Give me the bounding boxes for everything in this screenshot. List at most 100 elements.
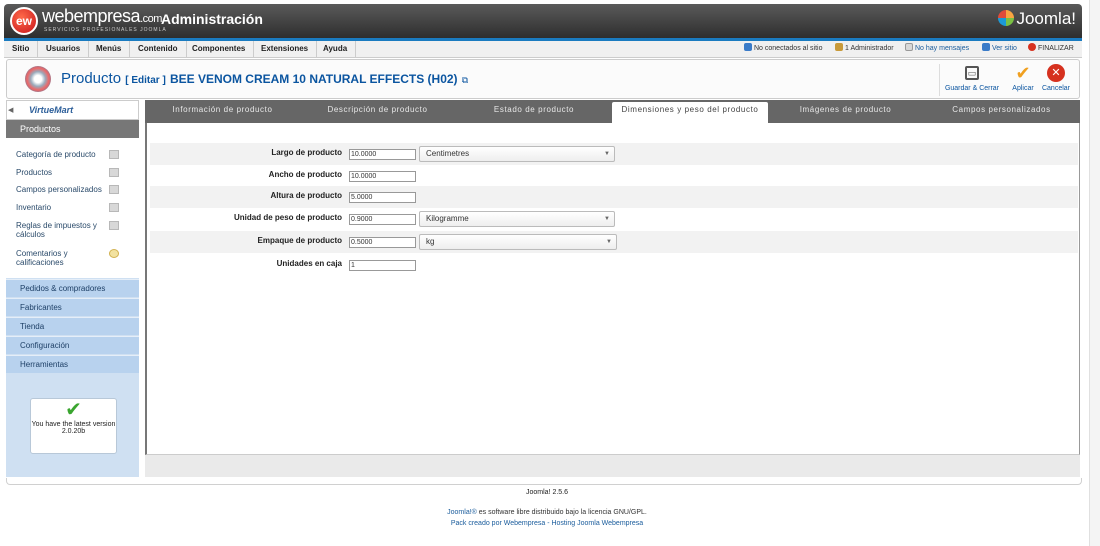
menu-ayuda[interactable]: Ayuda <box>315 41 357 58</box>
menu-extensiones[interactable]: Extensiones <box>253 41 318 58</box>
product-tabs: Información de producto Descripción de p… <box>145 100 1080 123</box>
sidebar-link-categoria[interactable]: Categoría de producto <box>16 150 110 159</box>
packaging-unit-value: kg <box>426 237 435 246</box>
page-title: Producto [ Editar ] BEE VENOM CREAM 10 N… <box>61 70 468 87</box>
weight-unit-select[interactable]: Kilogramme ▼ <box>419 211 615 227</box>
height-input[interactable]: 5.0000 <box>349 192 416 203</box>
cancel-label: Cancelar <box>1041 85 1070 92</box>
admin-frame-border <box>6 478 1082 485</box>
power-icon <box>1028 43 1036 51</box>
tab-descripcion[interactable]: Descripción de producto <box>300 102 455 123</box>
packaging-unit-select[interactable]: kg ▼ <box>419 234 617 250</box>
chevron-down-icon: ▼ <box>604 151 610 157</box>
collapse-arrow-icon[interactable]: ◀ <box>8 106 13 114</box>
edit-label: [ Editar ] <box>125 75 166 86</box>
version-message: You have the latest version <box>31 421 116 428</box>
page-title-text: Producto <box>61 70 122 87</box>
license-line: Joomla!® es software libre distribuido b… <box>0 509 1094 516</box>
users-icon <box>744 43 752 51</box>
length-unit-value: Centimetres <box>426 149 470 158</box>
sidebar-link-campos[interactable]: Campos personalizados <box>16 185 110 194</box>
checkmark-icon: ✔ <box>65 399 82 421</box>
form-row-height: Altura de producto 5.0000 <box>150 186 1078 208</box>
logout-link[interactable]: FINALIZAR <box>1028 41 1074 58</box>
sidebar-section-configuracion[interactable]: Configuración <box>6 336 139 354</box>
sidebar-section-tienda[interactable]: Tienda <box>6 317 139 335</box>
toolbar-divider <box>939 64 940 96</box>
joomla-logo-text: Joomla! <box>1016 9 1076 28</box>
webempresa-logo-icon[interactable]: ew <box>10 7 38 35</box>
form-row-width: Ancho de producto 10.0000 <box>150 165 1078 187</box>
sidebar-section-pedidos[interactable]: Pedidos & compradores <box>6 279 139 297</box>
external-link-icon[interactable]: ⧉ <box>462 75 468 85</box>
virtuemart-product-icon <box>25 66 51 92</box>
sidebar-section-herramientas[interactable]: Herramientas <box>6 355 139 373</box>
products-icon <box>109 168 119 177</box>
admin-menubar: Sitio Usuarios Menús Contenido Component… <box>4 41 1082 58</box>
custom-fields-icon <box>109 185 119 194</box>
checkmark-icon: ✔ <box>1015 63 1031 83</box>
status-visitors: No conectados al sitio <box>744 41 822 58</box>
brand-text: webempresa <box>42 6 141 26</box>
logout-text: FINALIZAR <box>1038 45 1074 52</box>
status-messages[interactable]: No hay mensajes <box>905 41 969 58</box>
menu-componentes[interactable]: Componentes <box>184 41 255 58</box>
weight-unit-value: Kilogramme <box>426 214 469 223</box>
webempresa-pack-link[interactable]: Pack creado por Webempresa - Hosting Joo… <box>0 520 1094 527</box>
menu-usuarios[interactable]: Usuarios <box>38 41 90 58</box>
inventory-icon <box>109 203 119 212</box>
version-status-box: ✔ You have the latest version 2.0.20b <box>30 398 117 454</box>
sidebar-link-comentarios[interactable]: Comentarios y calificaciones <box>16 249 110 267</box>
status-visitors-text: No conectados al sitio <box>754 45 823 52</box>
sidebar-link-impuestos[interactable]: Reglas de impuestos y cálculos <box>16 221 110 239</box>
header-title: Administración <box>161 11 263 27</box>
form-row-length: Largo de producto 10.0000 Centimetres ▼ <box>150 143 1078 165</box>
menu-menus[interactable]: Menús <box>88 41 131 58</box>
license-text: es software libre distribuido bajo la li… <box>476 509 647 516</box>
tab-informacion[interactable]: Información de producto <box>145 102 300 123</box>
joomla-mark-icon <box>998 10 1015 26</box>
mail-icon <box>905 43 913 51</box>
weight-input[interactable]: 0.9000 <box>349 214 416 225</box>
admin-user-icon <box>835 43 843 51</box>
menu-sitio[interactable]: Sitio <box>4 41 39 58</box>
comments-icon <box>109 249 119 258</box>
tab-estado[interactable]: Estado de producto <box>455 102 613 123</box>
brand-subtitle: SERVICIOS PROFESIONALES JOOMLA <box>44 27 167 33</box>
virtuemart-sidebar: ◀ VirtueMart Productos Categoría de prod… <box>6 100 139 477</box>
weight-label: Unidad de peso de producto <box>233 213 342 222</box>
length-unit-select[interactable]: Centimetres ▼ <box>419 146 615 162</box>
tab-campos[interactable]: Campos personalizados <box>923 102 1080 123</box>
length-input[interactable]: 10.0000 <box>349 149 416 160</box>
box-units-input[interactable]: 1 <box>349 260 416 271</box>
status-admins-text: 1 Administrador <box>845 45 894 52</box>
sidebar-products-list: Categoría de producto Productos Campos p… <box>6 138 139 278</box>
floppy-disk-icon: ▭ <box>965 66 979 80</box>
chevron-down-icon: ▼ <box>606 239 612 245</box>
joomla-link[interactable]: Joomla!® <box>447 509 477 516</box>
page-toolbar: Producto [ Editar ] BEE VENOM CREAM 10 N… <box>6 59 1080 99</box>
save-close-button[interactable]: ▭ Guardar & Cerrar <box>943 64 1001 92</box>
tax-rules-icon <box>109 221 119 230</box>
sidebar-link-productos[interactable]: Productos <box>16 168 110 177</box>
form-row-packaging: Empaque de producto 0.5000 kg ▼ <box>150 231 1078 253</box>
tab-imagenes[interactable]: Imágenes de producto <box>768 102 923 123</box>
brand-suffix: .com <box>140 13 162 25</box>
virtuemart-logo: VirtueMart <box>29 105 74 115</box>
sidebar-section-productos[interactable]: Productos <box>6 120 139 138</box>
form-row-box-units: Unidades en caja 1 <box>150 254 1078 276</box>
apply-label: Aplicar <box>1012 85 1034 92</box>
brand-name: webempresa.com <box>42 6 162 27</box>
packaging-input[interactable]: 0.5000 <box>349 237 416 248</box>
form-row-weight: Unidad de peso de producto 0.9000 Kilogr… <box>150 208 1078 230</box>
tab-dimensiones[interactable]: Dimensiones y peso del producto <box>612 102 768 123</box>
sidebar-link-inventario[interactable]: Inventario <box>16 203 110 212</box>
page-scrollbar[interactable] <box>1089 0 1100 546</box>
category-icon <box>109 150 119 159</box>
cancel-button[interactable]: ✕ Cancelar <box>1033 64 1079 92</box>
view-site-link[interactable]: Ver sitio <box>982 41 1017 58</box>
menu-contenido[interactable]: Contenido <box>130 41 187 58</box>
width-input[interactable]: 10.0000 <box>349 171 416 182</box>
sidebar-section-fabricantes[interactable]: Fabricantes <box>6 298 139 316</box>
save-close-label: Guardar & Cerrar <box>944 85 1000 92</box>
